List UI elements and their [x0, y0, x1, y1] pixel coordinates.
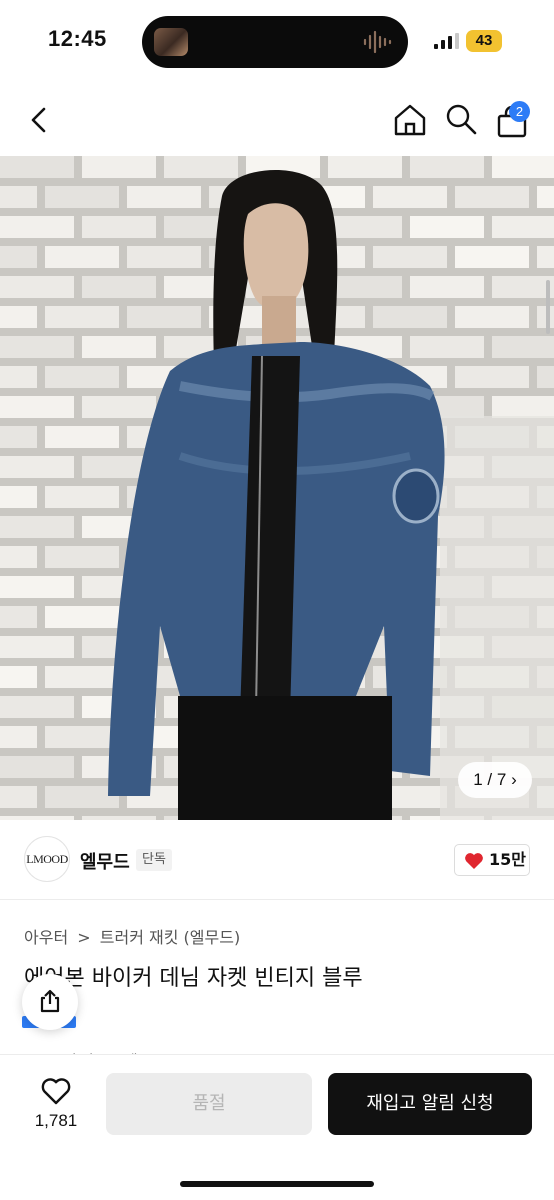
- battery-indicator: 43: [466, 30, 502, 52]
- search-icon[interactable]: [444, 102, 478, 136]
- cart-count-badge: 2: [509, 101, 530, 122]
- now-playing-artwork-icon: [154, 28, 188, 56]
- product-image-gallery[interactable]: 1 / 7 ›: [0, 156, 554, 820]
- breadcrumb-subcategory[interactable]: 트러커 재킷 (엘무드): [100, 928, 240, 947]
- chevron-right-icon: ›: [511, 770, 517, 789]
- brand-name[interactable]: 엘무드: [80, 848, 130, 874]
- dynamic-island[interactable]: [142, 16, 408, 68]
- heart-outline-icon: [41, 1078, 71, 1105]
- brand-like-count: 15만: [489, 850, 526, 869]
- breadcrumb: 아우터 > 트러커 재킷 (엘무드): [24, 924, 244, 948]
- top-navigation: [0, 88, 554, 156]
- heart-filled-icon: [465, 853, 483, 869]
- back-arrow-icon[interactable]: [26, 104, 54, 136]
- product-photo: [0, 156, 554, 820]
- cellular-signal-icon: [434, 33, 459, 49]
- brand-logo[interactable]: LMOOD: [24, 836, 70, 882]
- audio-waveform-icon: [363, 30, 392, 54]
- status-time: 12:45: [48, 26, 107, 51]
- image-pager[interactable]: 1 / 7 ›: [458, 762, 532, 798]
- restock-alert-button[interactable]: 재입고 알림 신청: [328, 1073, 532, 1135]
- bottom-action-bar: 1,781 품절 재입고 알림 신청: [0, 1054, 554, 1200]
- wishlist-button[interactable]: 1,781: [20, 1073, 92, 1137]
- brand-like-button[interactable]: 15만: [454, 844, 530, 876]
- breadcrumb-category[interactable]: 아우터: [24, 928, 68, 947]
- share-icon: [40, 989, 60, 1013]
- scroll-indicator: [546, 280, 550, 334]
- breadcrumb-separator: >: [77, 928, 91, 947]
- home-indicator: [180, 1181, 374, 1187]
- soldout-button: 품절: [106, 1073, 312, 1135]
- product-title: 에어본 바이커 데님 자켓 빈티지 블루: [24, 966, 363, 991]
- status-bar: 12:45 43: [0, 0, 554, 88]
- brand-row: LMOOD 엘무드 단독 15만: [0, 820, 554, 900]
- exclusive-badge: 단독: [136, 849, 172, 871]
- wishlist-count: 1,781: [34, 1111, 78, 1130]
- home-icon[interactable]: [392, 102, 428, 138]
- share-button[interactable]: [22, 974, 78, 1030]
